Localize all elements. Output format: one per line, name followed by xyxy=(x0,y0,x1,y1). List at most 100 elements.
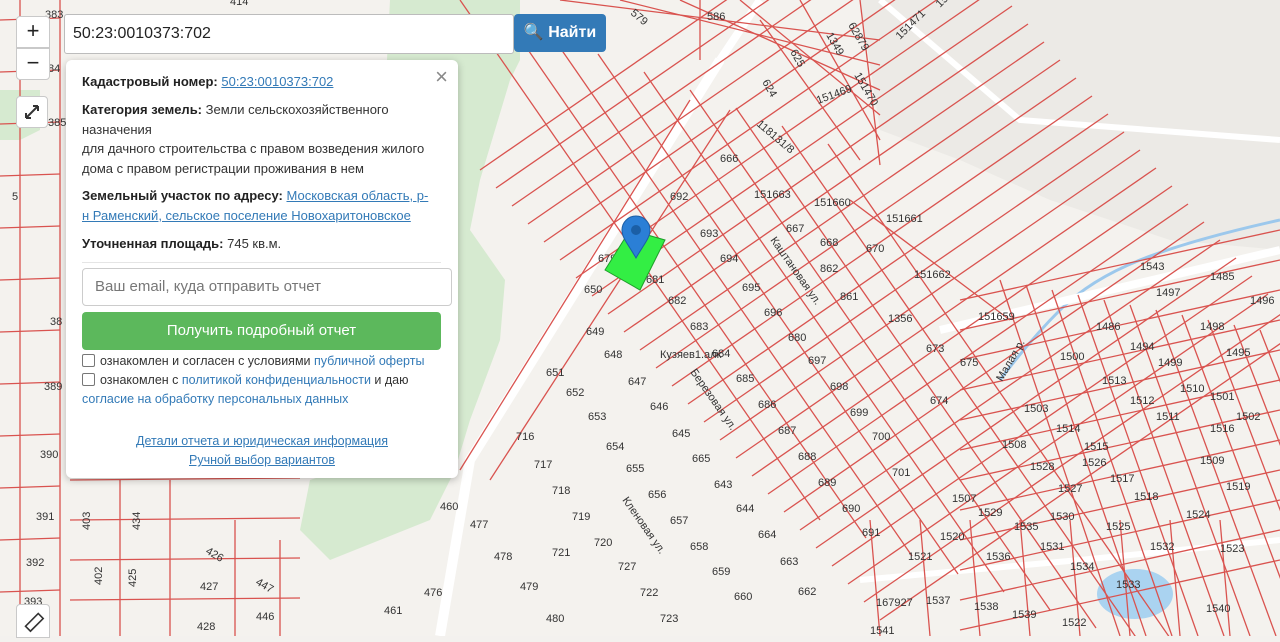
parcel-number: 1540 xyxy=(1206,603,1230,615)
parcel-number: 480 xyxy=(546,613,564,625)
privacy-policy-link[interactable]: политикой конфиденциальности xyxy=(182,373,371,387)
parcel-number: 1356 xyxy=(888,313,912,325)
parcel-number: 434 xyxy=(131,512,143,530)
parcel-number: 1539 xyxy=(1012,609,1036,621)
parcel-number: 1502 xyxy=(1236,411,1260,423)
parcel-number: 1509 xyxy=(1200,455,1224,467)
parcel-number: 1513 xyxy=(1102,375,1126,387)
parcel-number: 1532 xyxy=(1150,541,1174,553)
parcel-number: 1494 xyxy=(1130,341,1154,353)
parcel-number: 674 xyxy=(930,395,948,407)
zoom-out-button[interactable]: − xyxy=(16,48,50,80)
cadastral-search-input[interactable]: 50:23:0010373:702 xyxy=(64,14,514,54)
land-category-value: назначения xyxy=(82,121,152,137)
privacy-checkbox[interactable] xyxy=(82,373,95,386)
parcel-number: 1518 xyxy=(1134,491,1158,503)
pond xyxy=(1097,569,1173,619)
place-label: Кузяев1.алк xyxy=(660,349,722,361)
parcel-number: 1515 xyxy=(1084,441,1108,453)
parcel-number: 699 xyxy=(850,407,868,419)
parcel-number: 38 xyxy=(50,316,62,328)
parcel-number: 1520 xyxy=(940,531,964,543)
email-field[interactable]: Ваш email, куда отправить отчет xyxy=(82,268,452,306)
parcel-number: 1523 xyxy=(1220,543,1244,555)
parcel-number: 385 xyxy=(48,117,66,129)
parcel-number: 1536 xyxy=(986,551,1010,563)
parcel-number: 1530 xyxy=(1050,511,1074,523)
parcel-number: 698 xyxy=(830,381,848,393)
parcel-number: 701 xyxy=(892,467,910,479)
parcel-number: 685 xyxy=(736,373,754,385)
parcel-number: 697 xyxy=(808,355,826,367)
manual-selection-link[interactable]: Ручной выбор вариантов xyxy=(66,453,458,467)
zoom-in-button[interactable]: + xyxy=(16,16,50,48)
parcel-number: 1496 xyxy=(1250,295,1274,307)
consent-text: ознакомлен с xyxy=(100,373,182,387)
cadastral-number-label: Кадастровый номер: xyxy=(82,74,218,89)
parcel-number: 646 xyxy=(650,401,668,413)
search-button-label: Найти xyxy=(548,24,597,41)
land-category-row: Категория земель: Земли сельскохозяйстве… xyxy=(82,100,446,178)
parcel-number: 390 xyxy=(40,449,58,461)
parcel-number: 722 xyxy=(640,587,658,599)
parcel-number: 655 xyxy=(626,463,644,475)
parcel-number: 696 xyxy=(764,307,782,319)
parcel-number: 1527 xyxy=(1058,483,1082,495)
parcel-number: 665 xyxy=(692,453,710,465)
parcel-number: 695 xyxy=(742,282,760,294)
parcel-number: 586 xyxy=(707,11,725,23)
parcel-number: 694 xyxy=(720,253,738,265)
address-link[interactable]: Московская область, р- xyxy=(286,188,428,203)
parcel-number: 1528 xyxy=(1030,461,1054,473)
cadastral-number-link[interactable]: 50:23:0010373:702 xyxy=(221,74,333,89)
parcel-number: 403 xyxy=(81,512,93,530)
parcel-number: 681 xyxy=(646,274,664,286)
fullscreen-button[interactable] xyxy=(16,96,48,128)
parcel-number: 658 xyxy=(690,541,708,553)
land-category-label: Категория земель: xyxy=(82,102,203,117)
parcel-info-popup: × Кадастровый номер: 50:23:0010373:702 К… xyxy=(66,60,458,478)
parcel-number: 693 xyxy=(700,228,718,240)
parcel-number: 151662 xyxy=(914,269,951,281)
offer-checkbox[interactable] xyxy=(82,354,95,367)
consent-text: и даю xyxy=(370,373,409,387)
parcel-number: 1503 xyxy=(1024,403,1048,415)
parcel-number: 689 xyxy=(818,477,836,489)
parcel-number: 391 xyxy=(36,511,54,523)
parcel-number: 723 xyxy=(660,613,678,625)
cadastral-number-row: Кадастровый номер: 50:23:0010373:702 xyxy=(82,72,446,92)
parcel-number: 402 xyxy=(93,567,105,585)
search-icon: 🔍 xyxy=(523,24,544,41)
parcel-number: 644 xyxy=(736,503,754,515)
public-offer-link[interactable]: публичной оферты xyxy=(314,354,424,368)
parcel-number: 1485 xyxy=(1210,271,1234,283)
land-use-value: для дачного строительства с правом возве… xyxy=(82,141,425,156)
parcel-number: 476 xyxy=(424,587,442,599)
get-report-button[interactable]: Получить подробный отчет xyxy=(82,312,441,350)
parcel-number: 657 xyxy=(670,515,688,527)
parcel-number: 1524 xyxy=(1186,509,1210,521)
personal-data-link[interactable]: согласие на обработку персональных данны… xyxy=(82,392,348,406)
report-details-link[interactable]: Детали отчета и юридическая информация xyxy=(66,434,458,448)
parcel-number: 675 xyxy=(960,357,978,369)
parcel-number: 1497 xyxy=(1156,287,1180,299)
parcel-number: 668 xyxy=(820,237,838,249)
parcel-number: 1495 xyxy=(1226,347,1250,359)
parcel-number: 727 xyxy=(618,561,636,573)
measure-button[interactable] xyxy=(16,604,50,638)
parcel-number: 1517 xyxy=(1110,473,1134,485)
address-link[interactable]: н Раменский, сельское поселение Новохари… xyxy=(82,208,411,223)
parcel-number: 719 xyxy=(572,511,590,523)
parcel-number: 670 xyxy=(866,243,884,255)
parcel-number: 720 xyxy=(594,537,612,549)
search-button[interactable]: 🔍 Найти xyxy=(514,14,606,52)
parcel-number: 1507 xyxy=(952,493,976,505)
parcel-number: 1521 xyxy=(908,551,932,563)
parcel-number: 151660 xyxy=(814,197,851,209)
parcel-number: 392 xyxy=(26,557,44,569)
parcel-number: 446 xyxy=(256,611,274,623)
parcel-number: 692 xyxy=(670,191,688,203)
parcel-number: 1519 xyxy=(1226,481,1250,493)
parcel-number: 151659 xyxy=(978,311,1015,323)
parcel-number: 659 xyxy=(712,566,730,578)
